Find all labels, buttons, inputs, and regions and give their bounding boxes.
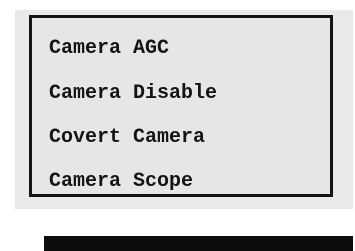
- page: Camera AGC Camera Disable Covert Camera …: [0, 0, 355, 251]
- menu-item-covert-camera[interactable]: Covert Camera: [49, 126, 205, 150]
- menu-item-camera-agc[interactable]: Camera AGC: [49, 37, 169, 61]
- menu-item-camera-disable[interactable]: Camera Disable: [49, 82, 217, 106]
- bottom-bar: [44, 236, 353, 251]
- camera-menu-panel: Camera AGC Camera Disable Covert Camera …: [15, 10, 353, 209]
- menu-item-camera-scope[interactable]: Camera Scope: [49, 170, 193, 194]
- camera-menu-list: Camera AGC Camera Disable Covert Camera …: [29, 15, 333, 197]
